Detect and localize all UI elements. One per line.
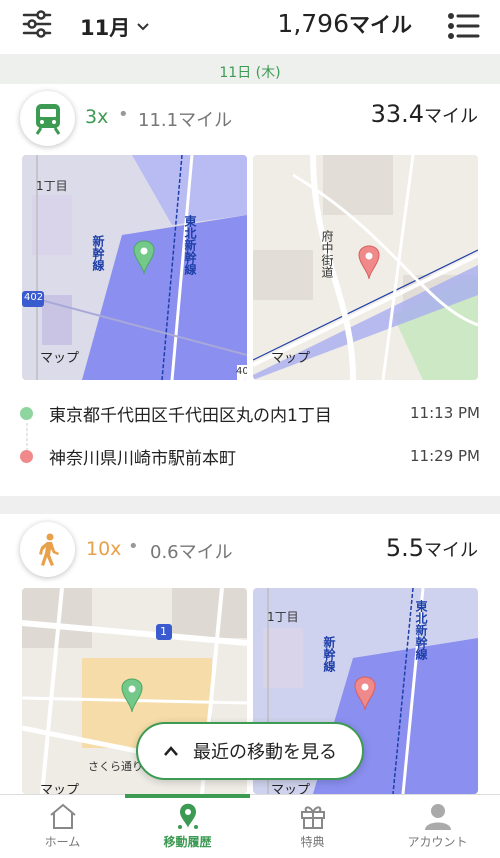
total-miles-value: 1,796 xyxy=(277,9,349,38)
tab-account-label: アカウント xyxy=(407,835,468,849)
map-label: 1丁目 xyxy=(267,610,299,624)
apple-maps-logo: マップ xyxy=(40,783,80,794)
road-number: 402 xyxy=(24,292,44,303)
multiplier: 10x xyxy=(86,538,122,560)
earned-miles: 33.4マイル xyxy=(371,100,478,128)
end-location-row: 神奈川県川崎市駅前本町 11:29 PM xyxy=(20,441,480,471)
end-dot xyxy=(20,449,33,463)
start-location-row: 東京都千代田区千代田区丸の内1丁目 11:13 PM xyxy=(20,398,480,428)
earned-miles-unit: マイル xyxy=(424,540,478,561)
end-address: 神奈川県川崎市駅前本町 xyxy=(49,448,236,469)
map-label: 新幹線 xyxy=(91,235,105,271)
list-menu-icon[interactable] xyxy=(446,9,480,43)
map-label: さくら通り xyxy=(88,760,143,773)
tab-bar: ホーム 移動履歴 特典 アカウント xyxy=(0,794,500,858)
month-label: 11月 xyxy=(80,16,131,40)
multiplier: 3x xyxy=(85,106,109,128)
account-icon xyxy=(424,804,451,830)
end-map[interactable]: 府中街道 マップ xyxy=(253,155,478,380)
road-number: 40 xyxy=(236,366,247,377)
road-number: 1 xyxy=(160,625,167,638)
tab-rewards[interactable]: 特典 xyxy=(250,795,375,858)
filter-icon[interactable] xyxy=(22,9,52,39)
recent-trips-button[interactable]: 最近の移動を見る xyxy=(136,722,364,780)
earned-miles-value: 33.4 xyxy=(370,100,424,128)
tab-home-label: ホーム xyxy=(44,835,81,849)
total-miles-unit: マイル xyxy=(349,13,412,37)
tab-history[interactable]: 移動履歴 xyxy=(125,794,250,858)
tab-rewards-label: 特典 xyxy=(300,835,325,849)
chevron-down-icon xyxy=(137,23,149,31)
separator: • xyxy=(118,104,129,125)
date-header: 11日 (木) xyxy=(0,54,500,88)
apple-maps-logo: マップ xyxy=(271,783,311,794)
earned-miles: 5.5マイル xyxy=(386,534,478,562)
location-icon xyxy=(177,803,198,829)
map-label: 府中街道 xyxy=(320,230,334,278)
home-icon xyxy=(49,803,76,829)
start-map[interactable]: 1丁目 東北新幹線 新幹線 402 40 マップ xyxy=(22,155,247,380)
gift-icon xyxy=(300,806,325,829)
month-selector[interactable]: 11月 xyxy=(80,12,150,42)
base-miles: 0.6マイル xyxy=(150,542,233,563)
base-miles: 11.1マイル xyxy=(138,110,233,131)
map-label: 東北新幹線 xyxy=(414,600,428,660)
chevron-up-icon xyxy=(164,746,178,756)
separator: • xyxy=(128,536,139,557)
train-icon xyxy=(20,91,75,146)
apple-maps-logo: マップ xyxy=(40,351,80,366)
walk-icon xyxy=(20,522,75,577)
tab-home[interactable]: ホーム xyxy=(0,795,125,858)
start-time: 11:13 PM xyxy=(410,404,480,422)
trip-card[interactable]: 3x • 11.1マイル 33.4マイル 1丁目 東北新幹線 新幹線 402 4… xyxy=(0,84,500,496)
apple-maps-logo: マップ xyxy=(271,351,311,366)
start-address: 東京都千代田区千代田区丸の内1丁目 xyxy=(49,405,332,426)
header: 11月 1,796マイル xyxy=(0,0,500,54)
tab-history-label: 移動履歴 xyxy=(163,835,212,849)
earned-miles-value: 5.5 xyxy=(385,534,424,562)
map-label: 新幹線 xyxy=(322,636,336,672)
start-dot xyxy=(20,406,33,420)
tab-account[interactable]: アカウント xyxy=(375,795,500,858)
end-time: 11:29 PM xyxy=(410,447,480,465)
map-label: 1丁目 xyxy=(36,179,68,193)
earned-miles-unit: マイル xyxy=(424,106,478,127)
recent-trips-label: 最近の移動を見る xyxy=(193,742,337,763)
map-label: 東北新幹線 xyxy=(183,215,197,275)
total-miles: 1,796マイル xyxy=(277,9,412,39)
